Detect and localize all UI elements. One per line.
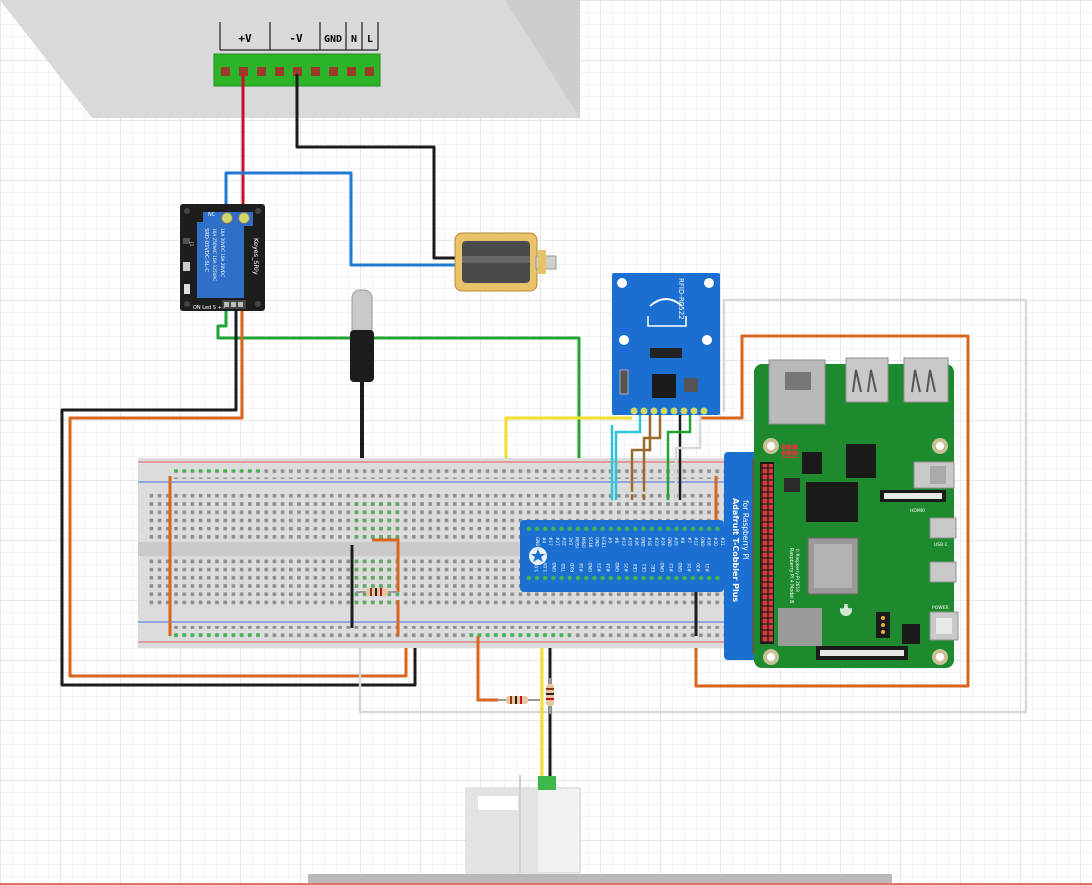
circuit-diagram: +V -V GND N L NC SRD-05VDC-SL-C 10A 250V… <box>0 0 1028 874</box>
cobbler-top-pin-label: SCLK <box>588 537 593 548</box>
cobbler-top-pin-label: 3V3 <box>568 537 573 546</box>
cobbler-top-pin-label: GND <box>535 537 540 547</box>
cobbler-bottom-pin-label: 5.0V <box>543 562 548 572</box>
relay-rating-1: 10A 250VAC 10A 125VAC <box>212 228 217 281</box>
bottom-switch <box>465 775 581 874</box>
cobbler-bottom-pin-label: GND <box>552 562 557 572</box>
cobbler-bottom-pin-label: GND <box>615 562 620 572</box>
terminal-label-l: L <box>367 34 373 45</box>
relay-module: NC SRD-05VDC-SL-C 10A 250VAC 10A 125VAC … <box>180 204 265 311</box>
cobbler-top-pin-label: #4 <box>542 537 547 544</box>
cobbler-bottom-pin-label: #21 <box>705 563 710 572</box>
relay-pin-labels: ON Led S + - <box>193 305 225 311</box>
relay-rating-2: 10A 30VDC 10A 28VDC <box>220 228 225 277</box>
rfid-label: RFID-RC522 <box>677 278 685 320</box>
cobbler-top-pin-label: #5 <box>608 537 613 544</box>
cobbler-bottom-pin-label: RXD <box>570 563 575 572</box>
cobbler-bottom-pin-label: #24 <box>606 563 611 572</box>
cobbler-top-pin-label: #24 <box>660 537 665 546</box>
cobbler-subtitle: for Raspberry Pi <box>741 500 750 560</box>
cobbler-bottom-pin-label: CE0 <box>633 563 638 572</box>
relay-model-label: SRD-05VDC-SL-C <box>203 228 209 272</box>
cobbler-bottom-pin-label: CE1 <box>642 563 647 572</box>
cobbler-bottom-pin-label: GND <box>588 562 593 572</box>
cobbler-top-pin-label: #16 <box>707 537 712 546</box>
pi-usb-label: USB C <box>934 542 948 548</box>
cobbler-bottom-pin-label: #23 <box>597 563 602 572</box>
cobbler-top-pin-label: #8 <box>680 537 685 544</box>
cobbler-top-pin-label: GND <box>641 537 646 547</box>
cobbler-top-pin-label: MOSI <box>575 537 580 548</box>
cobbler-bottom-pin-label: 5.0V <box>534 562 539 572</box>
cobbler-top-pin-label: #18 <box>647 537 652 546</box>
cobbler-top-pin-label: #20 <box>713 537 718 546</box>
cobbler-bottom-pin-label: #18 <box>579 563 584 572</box>
cobbler-top-pin-label: #7 <box>687 537 692 544</box>
cobbler-top-pin-label: #26 <box>634 537 639 546</box>
cobbler-bottom-pin-label: #12 <box>669 563 674 572</box>
terminal-label-neg: -V <box>289 32 303 45</box>
cobbler-top-pin-label: #23 <box>654 537 659 546</box>
relay-led-label: J1 <box>188 241 194 247</box>
power-supply: +V -V GND N L <box>0 0 580 118</box>
cobbler-logo-icon <box>529 547 547 565</box>
solenoid-lock <box>454 232 557 292</box>
relay-nc-label: NC <box>208 212 216 218</box>
cobbler-top-pin-label: GND <box>667 537 672 547</box>
cobbler-bottom-pin-label: GND <box>660 562 665 572</box>
cobbler-top-pin-label: #17 <box>548 537 553 546</box>
cobbler-top-pin-label: GND <box>594 537 599 547</box>
cobbler-bottom-pin-label: TXD <box>561 563 566 573</box>
cobbler-top-pin-label: #19 <box>627 537 632 546</box>
cobbler-top-pin-label: #13 <box>621 537 626 546</box>
pi-model-label: Raspberry Pi 4 Model B <box>788 548 794 603</box>
cobbler-top-pin-label: #22 <box>561 537 566 546</box>
raspberry-pi: HDMI0 USB C POWER Raspberry Pi 4 Model B… <box>754 357 959 668</box>
cobbler-bottom-pin-label: #16 <box>687 563 692 572</box>
resistor-button-2 <box>546 678 554 714</box>
pi-power-label: POWER <box>932 605 949 611</box>
cobbler-bottom-pin-label: #20 <box>696 563 701 572</box>
cobbler-bottom-pin-label: GND <box>678 562 683 572</box>
rfid-module: RFID-RC522 <box>612 273 720 415</box>
cobbler-bottom-pin-label: EEC <box>651 564 656 572</box>
cobbler-title: Adafruit T-Cobbler Plus <box>731 498 740 602</box>
cobbler-top-pin-label: #21 <box>720 537 725 546</box>
cobbler-top-pin-label: GND <box>700 537 705 547</box>
terminal-label-pos: +V <box>238 32 252 45</box>
cobbler-top-pin-label: #27 <box>555 537 560 546</box>
resistor-button-1 <box>498 696 540 704</box>
cobbler-top-pin-label: #25 <box>674 537 679 546</box>
cobbler-top-pin-label: #6 <box>614 537 619 544</box>
horizontal-scrollbar[interactable] <box>308 874 892 883</box>
cobbler-top-pin-label: #12 <box>693 537 698 546</box>
pi-hdmi-label: HDMI0 <box>910 508 925 514</box>
cobbler-top-pin-label: ECE1 <box>601 537 606 548</box>
cobbler-top-pin-label: MISO <box>581 537 586 549</box>
terminal-label-gnd: GND <box>324 34 342 45</box>
pi-copyright-label: © Raspberry Pi 2018 <box>795 548 800 592</box>
cobbler-bottom-pin-label: #25 <box>624 563 629 572</box>
relay-brand-label: Keyes_SRly <box>252 238 260 275</box>
terminal-label-n: N <box>351 34 357 45</box>
